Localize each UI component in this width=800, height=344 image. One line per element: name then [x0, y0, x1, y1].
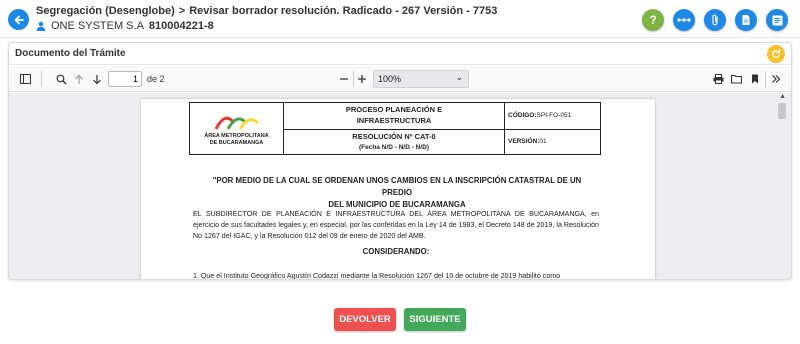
- help-icon: ?: [649, 13, 657, 27]
- more-tools-button[interactable]: [769, 71, 783, 87]
- process-cell: PROCESO PLANEACIÓN E INFRAESTRUCTURA: [283, 102, 505, 130]
- sidebar-toggle-button[interactable]: [17, 71, 33, 87]
- print-icon: [713, 74, 723, 84]
- company-info: ONE SYSTEM S.A 810004221-8: [36, 20, 214, 32]
- print-button[interactable]: [711, 71, 725, 87]
- resolution-number: RESOLUCIÓN Nº CAT-0: [352, 131, 436, 141]
- help-button[interactable]: ?: [642, 9, 664, 31]
- arrow-left-icon: [14, 15, 24, 24]
- page-total: de 2: [147, 74, 165, 84]
- company-id: 810004221-8: [148, 20, 214, 32]
- card-title: Documento del Trámite: [15, 48, 126, 59]
- card-header: Documento del Trámite: [9, 43, 791, 65]
- attachment-icon: [712, 14, 718, 26]
- code-label: CÓDIGO:: [508, 112, 537, 120]
- double-chevron-right-icon: [772, 75, 781, 83]
- more-options-button[interactable]: [673, 9, 695, 31]
- zoom-in-button[interactable]: [355, 71, 369, 87]
- return-button[interactable]: DEVOLVER: [334, 308, 396, 331]
- company-name: ONE SYSTEM S.A: [51, 20, 144, 32]
- resolution-cell: RESOLUCIÓN Nº CAT-0 (Fecha N/D - N/D - N…: [283, 128, 505, 156]
- logo-line-1: ÁREA METROPOLITANA: [204, 133, 269, 140]
- page-number-input[interactable]: [108, 71, 142, 87]
- chevron-down-icon: ⌄: [455, 72, 463, 82]
- process-line-2: INFRAESTRUCTURA: [356, 115, 432, 125]
- document-header-table: ÁREA METROPOLITANA DE BUCARAMANGA PROCES…: [189, 101, 601, 156]
- plus-icon: [358, 75, 366, 83]
- amb-logo-icon: [214, 117, 259, 131]
- back-button[interactable]: [8, 9, 29, 30]
- document-icon: [742, 15, 750, 25]
- toolbar-divider: [353, 71, 354, 87]
- refresh-icon: [772, 49, 781, 59]
- folder-icon: [730, 75, 742, 84]
- resolution-date: (Fecha N/D - N/D - N/D): [358, 143, 430, 151]
- page-title: Segregación (Desenglobe) > Revisar borrado…: [36, 5, 497, 17]
- considerando-item: 1. Que el Instituto Geográfico Agustín C…: [193, 272, 561, 280]
- save-button[interactable]: [729, 71, 743, 87]
- user-icon: [36, 21, 46, 31]
- code-value: SPI-FO-051: [536, 112, 572, 120]
- next-button[interactable]: SIGUIENTE: [404, 308, 466, 331]
- refresh-button[interactable]: [767, 45, 785, 63]
- heading-line-1: "POR MEDIO DE LA CUAL SE ORDENAN UNOS CA…: [212, 176, 582, 198]
- version-label: VERSIÓN:: [508, 138, 540, 146]
- arrow-down-icon: [93, 74, 101, 84]
- toolbar-divider: [765, 71, 766, 87]
- breadcrumb-separator: >: [178, 5, 186, 17]
- bookmark-icon: [752, 74, 758, 84]
- minus-icon: [340, 78, 348, 80]
- scrollbar-thumb[interactable]: [778, 103, 786, 119]
- header-actions: ?: [642, 9, 788, 31]
- pdf-viewer[interactable]: ÁREA METROPOLITANA DE BUCARAMANGA PROCES…: [9, 93, 791, 280]
- document-card: Documento del Trámite 1 de 2 100% ⌄ ÁREA…: [8, 42, 792, 280]
- zoom-value: 100%: [378, 74, 402, 84]
- attachments-button[interactable]: [704, 9, 726, 31]
- breadcrumb-process: Segregación (Desenglobe): [36, 5, 175, 17]
- code-cell: CÓDIGO:SPI-FO-051: [504, 102, 601, 130]
- process-line-1: PROCESO PLANEACIÓN E: [345, 105, 443, 114]
- list-icon: [772, 15, 782, 25]
- sidebar-icon: [19, 74, 31, 84]
- zoom-select[interactable]: 100% ⌄: [373, 70, 469, 88]
- arrow-up-icon: [75, 74, 83, 84]
- toolbar-divider: [41, 71, 42, 87]
- top-header: Segregación (Desenglobe) > Revisar borrado…: [0, 0, 800, 38]
- version-cell: VERSIÓN:01: [504, 128, 601, 156]
- document-heading: "POR MEDIO DE LA CUAL SE ORDENAN UNOS CA…: [197, 175, 597, 211]
- breadcrumb-task: Revisar borrador resolución. Radicado - …: [189, 5, 498, 17]
- zoom-out-button[interactable]: [337, 71, 351, 87]
- list-button[interactable]: [766, 9, 788, 31]
- document-paragraph: EL SUBDIRECTOR DE PLANEACIÓN E INFRAESTR…: [193, 210, 599, 240]
- scroll-up-icon[interactable]: ▲: [779, 93, 786, 100]
- pdf-toolbar: de 2 100% ⌄: [9, 66, 791, 92]
- dots-icon: [677, 18, 691, 22]
- considerando-heading: CONSIDERANDO:: [362, 247, 430, 256]
- previous-page-button[interactable]: [71, 71, 87, 87]
- version-value: 01: [539, 138, 547, 146]
- search-icon: [56, 74, 66, 84]
- find-button[interactable]: [53, 71, 69, 87]
- next-page-button[interactable]: [89, 71, 105, 87]
- logo-cell: ÁREA METROPOLITANA DE BUCARAMANGA: [189, 101, 284, 156]
- pdf-page: ÁREA METROPOLITANA DE BUCARAMANGA PROCES…: [141, 99, 655, 280]
- logo-line-2: DE BUCARAMANGA: [209, 139, 264, 146]
- documents-button[interactable]: [735, 9, 757, 31]
- bookmark-button[interactable]: [749, 71, 761, 87]
